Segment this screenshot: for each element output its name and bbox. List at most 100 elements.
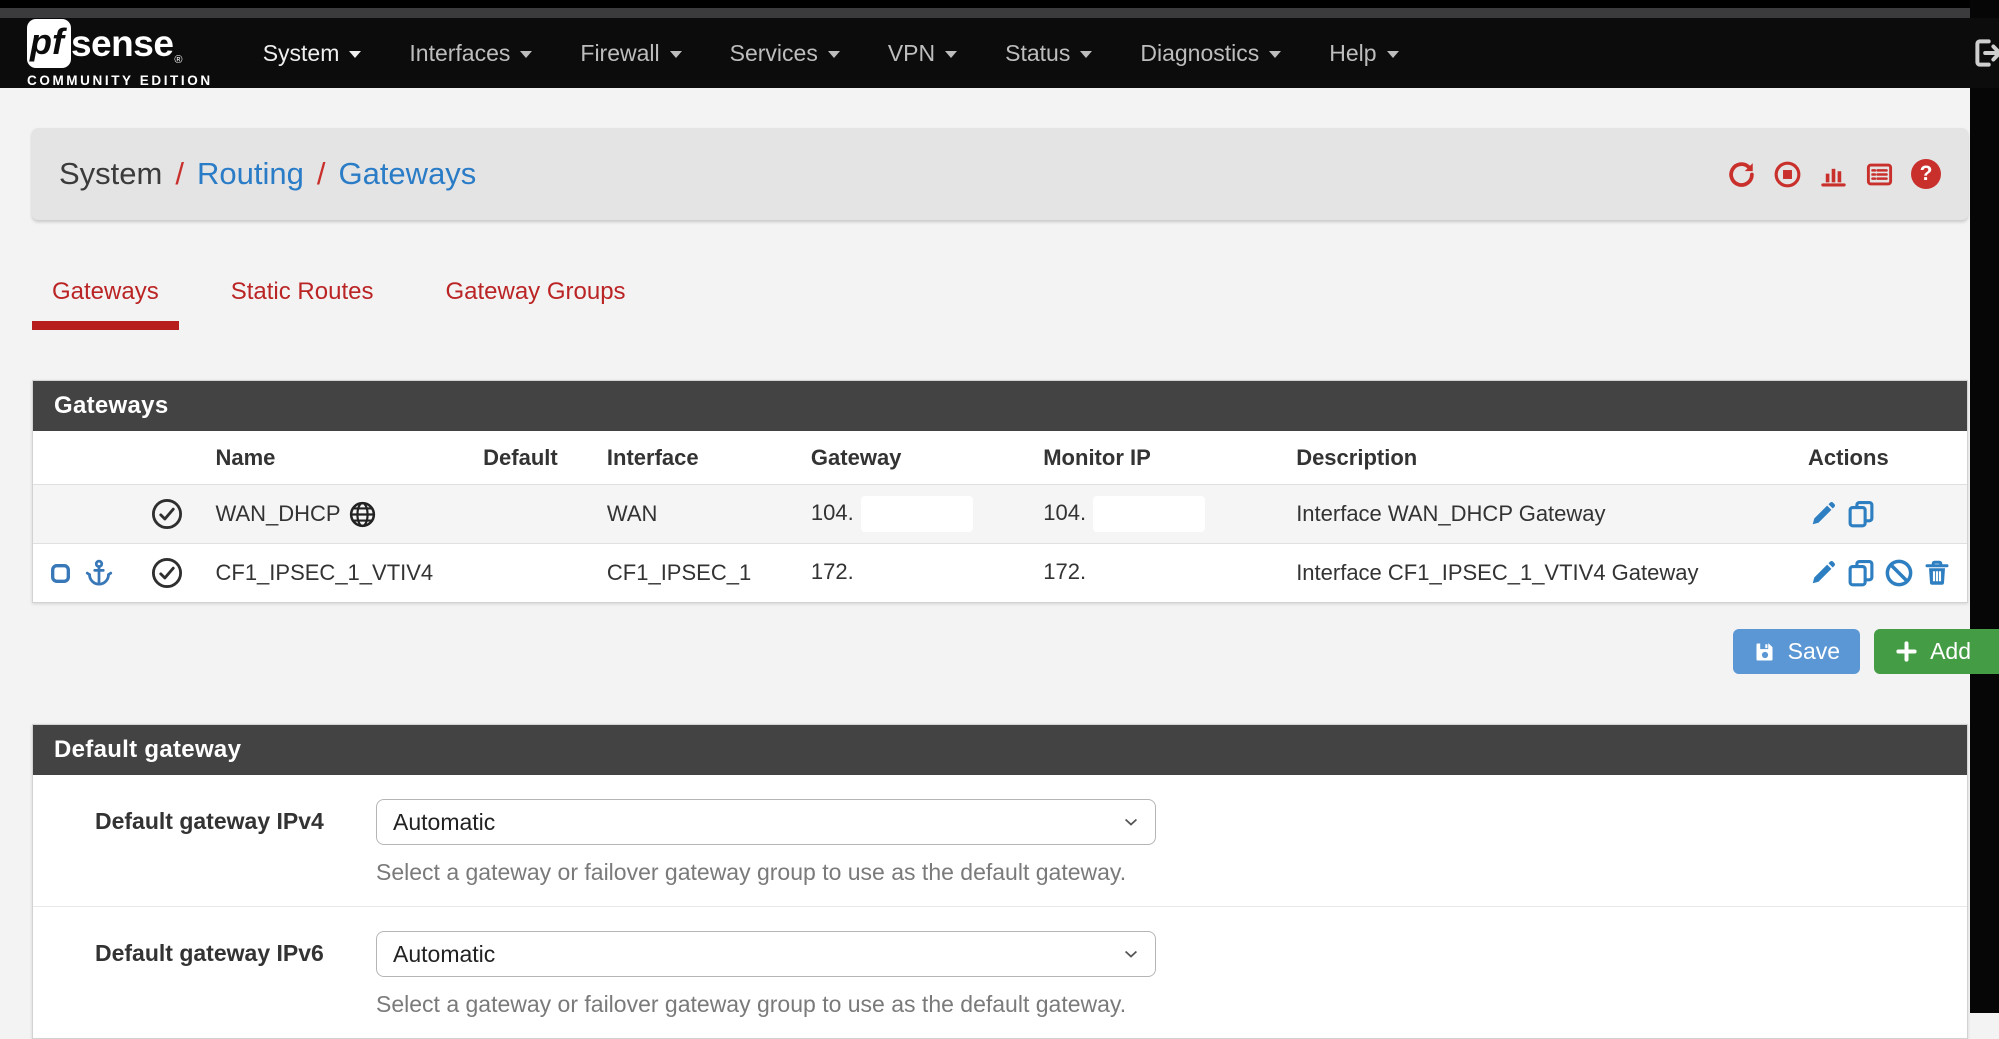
add-button[interactable]: Add [1874,629,1999,674]
window-top-strip [0,0,1999,8]
nav-item-status[interactable]: Status [981,40,1116,67]
check-circle-icon [148,497,186,531]
caret-down-icon [670,51,682,58]
table-row-cf1-ipsec: CF1_IPSEC_1_VTIV4 CF1_IPSEC_1 172. 172. … [33,544,1967,603]
default-gateway-ipv4-help: Select a gateway or failover gateway gro… [376,859,1156,886]
row-status-cell [133,544,201,603]
col-name: Name [201,431,469,485]
caret-down-icon [1387,51,1399,58]
col-left-icons [33,431,133,485]
default-gateway-ipv4-label: Default gateway IPv4 [95,799,376,835]
disable-icon[interactable] [1884,558,1914,588]
nav-item-vpn[interactable]: VPN [864,40,981,67]
nav-item-label: Interfaces [409,40,510,67]
monitor-ip: 104. [1043,500,1086,525]
form-row-ipv6: Default gateway IPv6 Automatic Select a … [33,906,1967,1038]
delete-icon[interactable] [1922,558,1952,588]
edit-icon[interactable] [1808,499,1838,529]
monitor-chart-icon[interactable] [1819,160,1848,189]
gateways-panel-title: Gateways [33,381,1967,431]
chevron-down-icon [1121,812,1141,832]
default-gateway-panel: Default gateway Default gateway IPv4 Aut… [32,724,1968,1039]
routing-tabs: Gateways Static Routes Gateway Groups [32,278,1999,330]
row-left-icons-cell [33,544,133,603]
redaction-box [1093,555,1205,591]
stop-circle-icon[interactable] [1773,160,1802,189]
gateways-table: Name Default Interface Gateway Monitor I… [33,431,1967,602]
breadcrumb-separator: / [175,156,184,192]
default-gateway-panel-title: Default gateway [33,725,1967,775]
caret-down-icon [520,51,532,58]
pfsense-logo-pf: pf [27,19,71,68]
pfsense-logo[interactable]: pf sense ® COMMUNITY EDITION [27,19,213,88]
gateway-ip: 104. [811,500,854,525]
nav-item-help[interactable]: Help [1305,40,1422,67]
window-title-strip [0,8,1999,18]
save-button[interactable]: Save [1733,629,1860,674]
redaction-box [861,496,973,532]
breadcrumb-separator: / [317,156,326,192]
col-default: Default [468,431,592,485]
row-status-cell [133,485,201,544]
breadcrumb-bar: System / Routing / Gateways ? [32,128,1968,220]
default-gateway-ipv6-select[interactable]: Automatic [376,931,1156,977]
nav-item-label: Help [1329,40,1376,67]
caret-down-icon [828,51,840,58]
plus-icon [1894,639,1919,664]
row-left-icons-cell [33,485,133,544]
monitor-ip-cell: 104. [1028,485,1281,544]
navbar-menu: System Interfaces Firewall Services VPN … [239,40,1423,67]
right-edge-strip [1970,0,1999,1013]
tab-static-routes[interactable]: Static Routes [211,278,394,330]
save-button-label: Save [1788,638,1840,665]
nav-item-interfaces[interactable]: Interfaces [385,40,556,67]
description-cell: Interface CF1_IPSEC_1_VTIV4 Gateway [1281,544,1793,603]
actions-cell [1793,485,1967,544]
actions-cell [1793,544,1967,603]
form-row-ipv4: Default gateway IPv4 Automatic Select a … [33,775,1967,906]
breadcrumb-link-gateways[interactable]: Gateways [338,156,476,192]
table-header-row: Name Default Interface Gateway Monitor I… [33,431,1967,485]
sign-out-icon[interactable] [1971,36,1999,70]
default-gateway-ipv4-select[interactable]: Automatic [376,799,1156,845]
add-button-label: Add [1930,638,1971,665]
gateway-name-cell: CF1_IPSEC_1_VTIV4 [201,544,469,603]
col-interface: Interface [592,431,796,485]
nav-item-firewall[interactable]: Firewall [556,40,705,67]
select-value: Automatic [393,941,495,968]
redaction-box [861,555,973,591]
nav-item-system[interactable]: System [239,40,386,67]
tab-gateways[interactable]: Gateways [32,278,179,330]
form-field: Automatic Select a gateway or failover g… [376,931,1156,1018]
nav-item-label: Diagnostics [1140,40,1259,67]
registered-mark: ® [174,54,182,66]
nav-item-label: Services [730,40,818,67]
nav-item-label: Firewall [580,40,659,67]
anchor-icon [84,558,114,588]
breadcrumb-actions: ? [1727,159,1941,189]
action-buttons: Save Add [0,629,1999,674]
nav-item-diagnostics[interactable]: Diagnostics [1116,40,1305,67]
copy-icon[interactable] [1846,499,1876,529]
copy-icon[interactable] [1846,558,1876,588]
log-list-icon[interactable] [1865,160,1894,189]
pfsense-logo-subtitle: COMMUNITY EDITION [27,73,213,88]
breadcrumb: System / Routing / Gateways [59,156,476,192]
description-cell: Interface WAN_DHCP Gateway [1281,485,1793,544]
save-icon [1753,640,1777,664]
breadcrumb-link-routing[interactable]: Routing [197,156,304,192]
tab-gateway-groups[interactable]: Gateway Groups [425,278,645,330]
refresh-icon[interactable] [1727,160,1756,189]
table-row-wan-dhcp: WAN_DHCP WAN 104. 104. Interface WAN_DHC… [33,485,1967,544]
col-description: Description [1281,431,1793,485]
help-icon[interactable]: ? [1911,159,1941,189]
monitor-ip: 172. [1043,559,1086,584]
monitor-ip-cell: 172. [1028,544,1281,603]
default-gateway-ipv6-label: Default gateway IPv6 [95,931,376,967]
nav-item-services[interactable]: Services [706,40,864,67]
col-monitor-ip: Monitor IP [1028,431,1281,485]
edit-icon[interactable] [1808,558,1838,588]
pfsense-logo-sense: sense [71,25,173,62]
nav-item-label: VPN [888,40,935,67]
check-circle-icon [148,556,186,590]
